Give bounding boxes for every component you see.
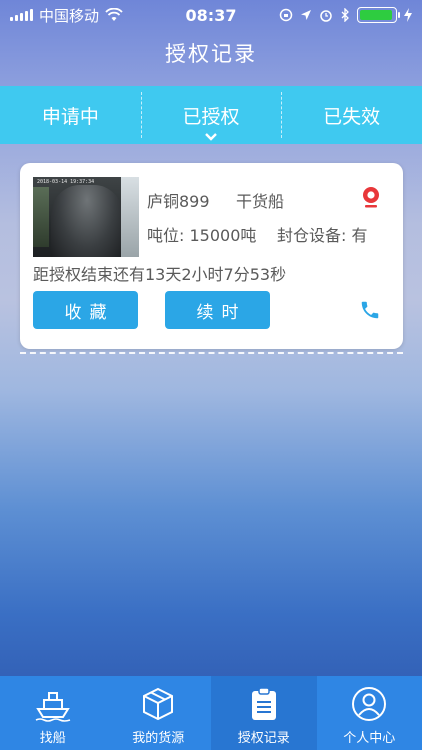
authorization-card[interactable]: 2018-03-14 19:37:34 庐铜899 干货船 吨位: 15000吨…: [20, 163, 403, 349]
carrier-label: 中国移动: [39, 6, 100, 25]
nav-personal-center[interactable]: 个人中心: [317, 676, 422, 750]
tonnage-text: 吨位: 15000吨: [147, 226, 257, 245]
tab-label: 申请中: [41, 105, 99, 128]
bottom-nav: 找船 我的货源 授权记录 个人中心: [0, 676, 422, 750]
page-title: 授权记录: [165, 42, 257, 66]
status-bar: 中国移动 08:37: [0, 0, 422, 30]
nav-find-ship[interactable]: 找船: [0, 676, 106, 750]
bluetooth-icon: [341, 8, 349, 22]
signal-icon: [10, 9, 33, 21]
user-icon: [352, 687, 387, 721]
ship-name: 庐铜899: [147, 192, 210, 211]
alarm-icon: [320, 10, 332, 22]
list-divider: [20, 352, 403, 354]
battery-icon: [357, 7, 400, 23]
box-icon: [143, 687, 174, 721]
location-arrow-icon: [301, 10, 311, 20]
renew-button[interactable]: 续时: [165, 291, 270, 329]
location-pin-icon[interactable]: [361, 185, 381, 209]
nav-label: 找船: [39, 731, 66, 746]
tab-label: 已失效: [323, 105, 381, 128]
tab-applying[interactable]: 申请中: [0, 86, 141, 144]
seal-equipment-text: 封仓设备: 有: [277, 226, 368, 245]
nav-label: 我的货源: [132, 731, 185, 746]
photo-timestamp: 2018-03-14 19:37:34: [37, 179, 95, 185]
phone-icon[interactable]: [359, 299, 381, 321]
nav-label: 授权记录: [237, 731, 290, 746]
rotation-lock-icon: [279, 8, 293, 22]
clipboard-icon: [251, 687, 276, 720]
tab-authorized[interactable]: 已授权: [140, 86, 282, 144]
tab-label: 已授权: [182, 105, 240, 128]
charging-icon: [404, 8, 412, 22]
nav-label: 个人中心: [343, 731, 396, 746]
countdown-text: 距授权结束还有13天2小时7分53秒: [33, 265, 287, 284]
nav-authorization-records[interactable]: 授权记录: [211, 676, 317, 750]
ship-photo[interactable]: 2018-03-14 19:37:34: [33, 177, 139, 257]
ship-icon: [35, 692, 71, 722]
ship-type: 干货船: [236, 192, 285, 211]
wifi-icon: [105, 8, 123, 21]
nav-my-cargo[interactable]: 我的货源: [106, 676, 212, 750]
favorite-button[interactable]: 收藏: [33, 291, 138, 329]
chevron-down-icon: [205, 133, 217, 141]
tab-bar: 申请中 已授权 已失效: [0, 86, 422, 144]
status-time: 08:37: [185, 5, 237, 25]
tab-expired[interactable]: 已失效: [281, 86, 422, 144]
